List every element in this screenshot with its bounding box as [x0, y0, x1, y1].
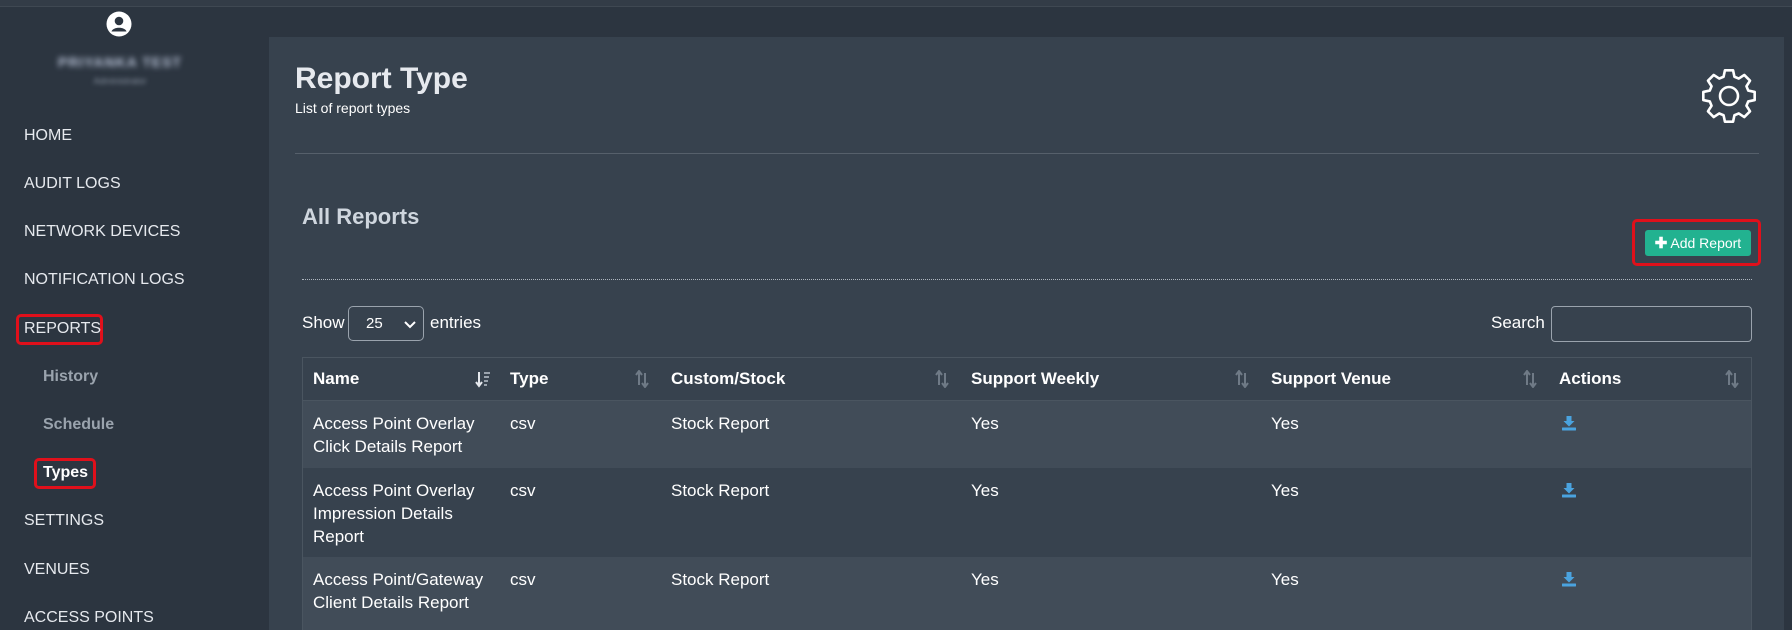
nav-reports-schedule[interactable]: Schedule — [43, 416, 114, 434]
sort-icon[interactable] — [1724, 370, 1740, 388]
page-size-value: 25 — [366, 315, 383, 332]
column-header-name[interactable]: Name — [313, 369, 359, 389]
nav-reports[interactable]: REPORTS — [24, 320, 101, 338]
sort-icon[interactable] — [1522, 370, 1538, 388]
entries-label: entries — [430, 313, 482, 332]
table-row: Access Point/Gateway Client Details Repo… — [303, 557, 1751, 630]
gear-icon[interactable] — [1700, 67, 1758, 125]
search-label: Search — [1491, 313, 1545, 332]
nav-audit-logs[interactable]: AUDIT LOGS — [24, 175, 121, 193]
cell-support-weekly: Yes — [971, 570, 999, 589]
cell-name: Access Point Overlay Impression Details … — [313, 481, 475, 546]
sort-icon[interactable] — [634, 370, 650, 388]
download-icon[interactable] — [1561, 415, 1577, 431]
header-divider — [295, 153, 1759, 154]
cell-type: csv — [510, 570, 536, 589]
add-report-button[interactable]: ✚ Add Report — [1645, 230, 1751, 256]
cell-support-venue: Yes — [1271, 570, 1299, 589]
cell-custom-stock: Stock Report — [671, 481, 770, 500]
user-name: PRIYANKA TEST — [58, 54, 182, 70]
page-size-select[interactable]: 25 — [348, 306, 424, 341]
section-divider — [302, 279, 1752, 280]
table-row: Access Point Overlay Impression Details … — [303, 468, 1751, 557]
nav-reports-history[interactable]: History — [43, 368, 98, 386]
cell-support-venue: Yes — [1271, 414, 1299, 433]
reports-table: Name Type Custom/Stock Support Weekly Su… — [302, 357, 1752, 630]
download-icon[interactable] — [1561, 571, 1577, 587]
page-title: Report Type — [295, 62, 468, 95]
table-header: Name Type Custom/Stock Support Weekly Su… — [303, 358, 1751, 401]
nav-network-devices[interactable]: NETWORK DEVICES — [24, 223, 180, 241]
nav-reports-types[interactable]: Types — [43, 464, 88, 482]
nav-access-points[interactable]: ACCESS POINTS — [24, 609, 154, 627]
column-header-type[interactable]: Type — [510, 369, 548, 389]
section-title: All Reports — [302, 204, 420, 229]
nav-venues[interactable]: VENUES — [24, 561, 90, 579]
search-input[interactable] — [1551, 306, 1752, 342]
cell-support-venue: Yes — [1271, 481, 1299, 500]
nav-home[interactable]: HOME — [24, 127, 72, 145]
cell-name: Access Point Overlay Click Details Repor… — [313, 414, 475, 456]
show-label: Show — [302, 313, 345, 332]
top-bar — [0, 0, 1792, 7]
cell-support-weekly: Yes — [971, 481, 999, 500]
nav-settings[interactable]: SETTINGS — [24, 512, 104, 530]
add-report-label: Add Report — [1670, 235, 1742, 251]
cell-custom-stock: Stock Report — [671, 414, 770, 433]
plus-icon: ✚ — [1654, 235, 1668, 252]
user-avatar-icon[interactable] — [106, 11, 132, 37]
cell-name: Access Point/Gateway Client Details Repo… — [313, 570, 484, 612]
sort-icon[interactable] — [1234, 370, 1250, 388]
cell-support-weekly: Yes — [971, 414, 999, 433]
column-header-support-venue[interactable]: Support Venue — [1271, 369, 1391, 389]
user-role: Administrator — [93, 76, 147, 86]
page-subtitle: List of report types — [295, 100, 411, 116]
sort-icon[interactable] — [934, 370, 950, 388]
column-header-actions[interactable]: Actions — [1559, 369, 1621, 389]
nav-notification-logs[interactable]: NOTIFICATION LOGS — [24, 271, 185, 289]
column-header-custom-stock[interactable]: Custom/Stock — [671, 369, 785, 389]
cell-type: csv — [510, 414, 536, 433]
sort-ascending-icon[interactable] — [475, 370, 491, 388]
cell-type: csv — [510, 481, 536, 500]
chevron-down-icon — [404, 321, 416, 329]
download-icon[interactable] — [1561, 482, 1577, 498]
table-row: Access Point Overlay Click Details Repor… — [303, 401, 1751, 468]
column-header-support-weekly[interactable]: Support Weekly — [971, 369, 1099, 389]
cell-custom-stock: Stock Report — [671, 570, 770, 589]
